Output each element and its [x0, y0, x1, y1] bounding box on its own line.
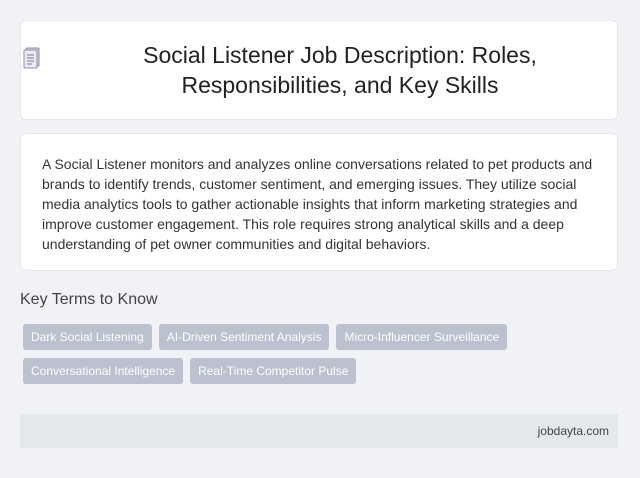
page: Social Listener Job Description: Roles, … — [0, 0, 640, 478]
key-term-tag: Dark Social Listening — [23, 324, 152, 350]
key-term-tag: AI-Driven Sentiment Analysis — [158, 324, 330, 350]
title-wrap: Social Listener Job Description: Roles, … — [21, 40, 617, 100]
document-icon — [21, 46, 43, 70]
key-terms-list: Dark Social Listening AI-Driven Sentimen… — [23, 324, 583, 384]
key-term-tag: Micro-Influencer Surveillance — [336, 324, 508, 350]
key-term-tag: Real-Time Competitor Pulse — [190, 358, 357, 384]
job-description: A Social Listener monitors and analyzes … — [42, 156, 593, 252]
description-card: A Social Listener monitors and analyzes … — [20, 133, 618, 271]
title-card: Social Listener Job Description: Roles, … — [20, 20, 618, 120]
source-label: jobdayta.com — [537, 424, 609, 438]
page-title: Social Listener Job Description: Roles, … — [143, 42, 537, 98]
key-term-tag: Conversational Intelligence — [23, 358, 184, 384]
key-terms-heading: Key Terms to Know — [20, 291, 158, 308]
footer: jobdayta.com — [20, 414, 618, 448]
